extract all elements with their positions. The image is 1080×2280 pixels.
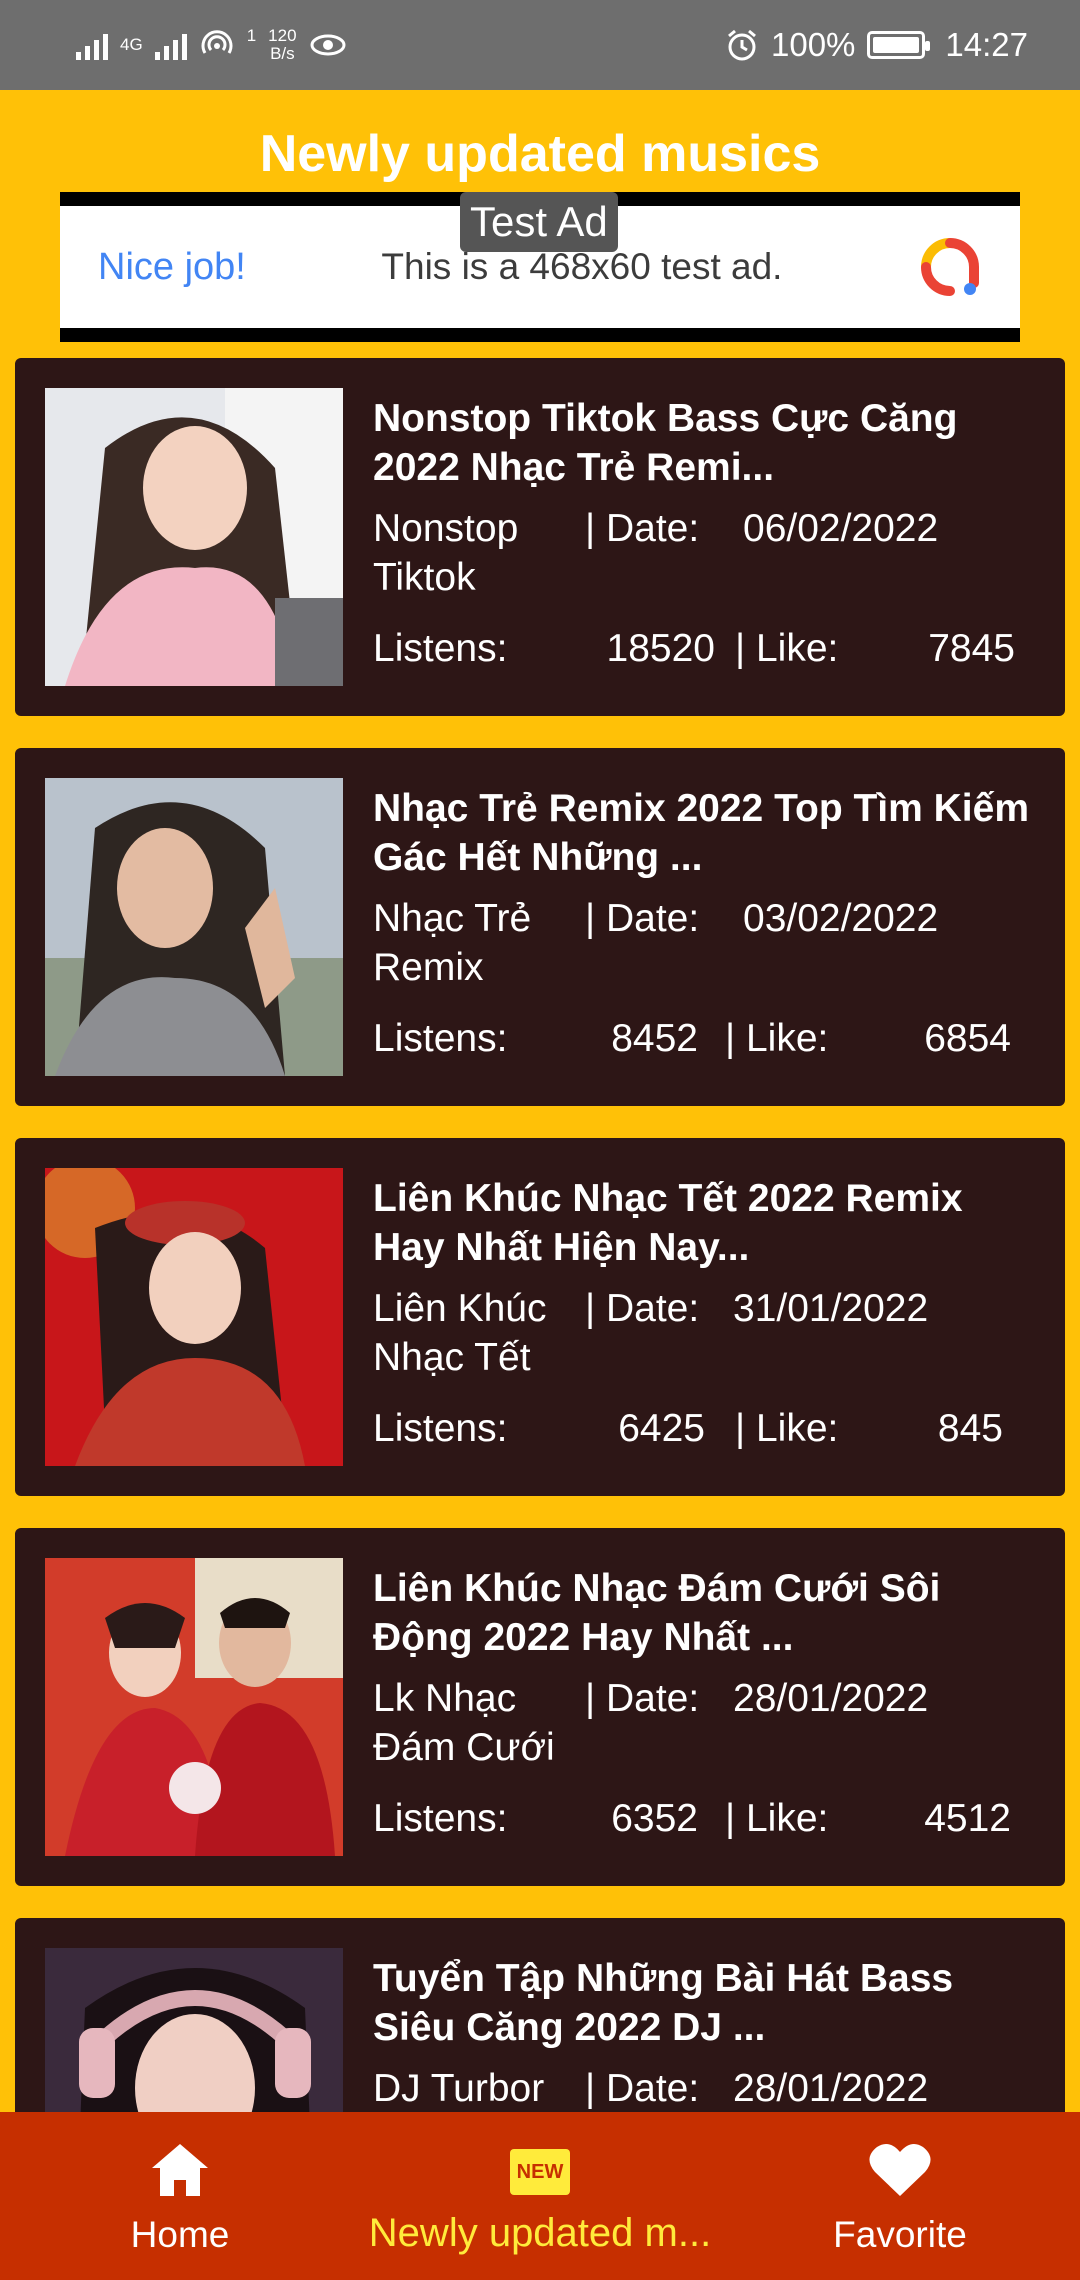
song-title: Nhạc Trẻ Remix 2022 Top Tìm Kiếm Gác Hết…: [373, 787, 1030, 879]
date-label: | Date:: [585, 1677, 700, 1720]
network-type: 4G: [120, 35, 143, 54]
song-artist: Lk Nhạc Đám Cưới: [373, 1677, 555, 1769]
song-list[interactable]: Nonstop Tiktok Bass Cực Căng 2022 Nhạc T…: [0, 358, 1080, 2112]
song-listens: 18520: [606, 627, 715, 670]
song-listens: 6425: [618, 1407, 705, 1450]
song-card[interactable]: Liên Khúc Nhạc Tết 2022 Remix Hay Nhất H…: [15, 1138, 1065, 1496]
listens-label: Listens:: [373, 1797, 508, 1840]
listens-label: Listens:: [373, 1017, 508, 1060]
song-card[interactable]: Liên Khúc Nhạc Đám Cưới Sôi Động 2022 Ha…: [15, 1528, 1065, 1886]
battery-icon: [867, 31, 931, 59]
nav-home[interactable]: Home: [90, 2112, 270, 2280]
speed-unit: B/s: [270, 44, 295, 63]
song-date: 31/01/2022: [733, 1287, 929, 1330]
speed-value: 120: [268, 26, 297, 45]
page-title: Newly updated musics: [259, 125, 821, 183]
date-label: | Date:: [585, 2067, 700, 2110]
ad-logo-icon: [921, 238, 979, 296]
alarm-icon: [728, 29, 756, 61]
song-date: 06/02/2022: [743, 507, 939, 550]
song-likes: 6854: [924, 1017, 1011, 1060]
song-artist: Nhạc Trẻ Remix: [373, 897, 532, 989]
heart-icon: [869, 2143, 931, 2196]
song-likes: 845: [937, 1407, 1003, 1450]
like-label: | Like:: [735, 627, 839, 670]
song-title: Liên Khúc Nhạc Tết 2022 Remix Hay Nhất H…: [373, 1177, 963, 1269]
song-date: 28/01/2022: [733, 1677, 929, 1720]
listens-label: Listens:: [373, 627, 508, 670]
song-artist: Liên Khúc Nhạc Tết: [373, 1287, 547, 1379]
home-icon: [152, 2144, 208, 2196]
song-likes: 7845: [928, 627, 1015, 670]
song-thumbnail: [45, 1558, 343, 1856]
hotspot-count: 1: [246, 26, 257, 45]
song-thumbnail: [45, 1168, 343, 1466]
song-thumbnail: [45, 1948, 343, 2112]
ad-text: This is a 468x60 test ad.: [381, 246, 783, 287]
song-listens: 6352: [611, 1797, 698, 1840]
like-label: | Like:: [725, 1017, 829, 1060]
network-speed: 120 B/s: [268, 27, 296, 63]
ad-cta[interactable]: Nice job!: [98, 246, 246, 289]
song-artist: Nonstop Tiktok: [373, 507, 519, 599]
status-bar: 4G 1 120 B/s 100% 14:27: [0, 0, 1080, 90]
song-title: Tuyển Tập Những Bài Hát Bass Siêu Căng 2…: [373, 1957, 954, 2049]
nav-home-label: Home: [130, 2214, 230, 2255]
like-label: | Like:: [725, 1797, 829, 1840]
battery-percent: 100%: [771, 26, 856, 63]
like-label: | Like:: [735, 1407, 839, 1450]
song-artist: DJ Turbor: [373, 2067, 545, 2110]
song-likes: 4512: [924, 1797, 1011, 1840]
song-thumbnail: [45, 388, 343, 686]
date-label: | Date:: [585, 507, 700, 550]
nav-favorite-label: Favorite: [833, 2214, 967, 2255]
clock: 14:27: [945, 26, 1028, 63]
signal-icon-2: [154, 30, 187, 60]
nav-newly-label: Newly updated m...: [368, 2211, 712, 2255]
status-left: 4G 1 120 B/s: [76, 27, 347, 63]
song-title: Nonstop Tiktok Bass Cực Căng 2022 Nhạc T…: [373, 397, 958, 489]
song-card[interactable]: Nonstop Tiktok Bass Cực Căng 2022 Nhạc T…: [15, 358, 1065, 716]
song-thumbnail: [45, 778, 343, 1076]
ad-label: Test Ad: [460, 192, 618, 252]
new-badge-icon: NEW: [510, 2149, 570, 2195]
date-label: | Date:: [585, 1287, 700, 1330]
song-date: 28/01/2022: [733, 2067, 929, 2110]
listens-label: Listens:: [373, 1407, 508, 1450]
status-right: 100% 14:27: [725, 26, 1028, 64]
eye-icon: [310, 34, 346, 56]
bottom-navigation: Home NEW Newly updated m... Favorite: [0, 2112, 1080, 2280]
song-date: 03/02/2022: [743, 897, 939, 940]
song-title: Liên Khúc Nhạc Đám Cưới Sôi Động 2022 Ha…: [373, 1567, 941, 1659]
signal-icon: [76, 30, 108, 60]
nav-newly-updated[interactable]: NEW Newly updated m...: [350, 2112, 730, 2280]
hotspot-icon: [201, 30, 233, 54]
date-label: | Date:: [585, 897, 700, 940]
song-listens: 8452: [611, 1017, 698, 1060]
nav-favorite[interactable]: Favorite: [810, 2112, 990, 2280]
song-card[interactable]: Tuyển Tập Những Bài Hát Bass Siêu Căng 2…: [15, 1918, 1065, 2112]
song-card[interactable]: Nhạc Trẻ Remix 2022 Top Tìm Kiếm Gác Hết…: [15, 748, 1065, 1106]
